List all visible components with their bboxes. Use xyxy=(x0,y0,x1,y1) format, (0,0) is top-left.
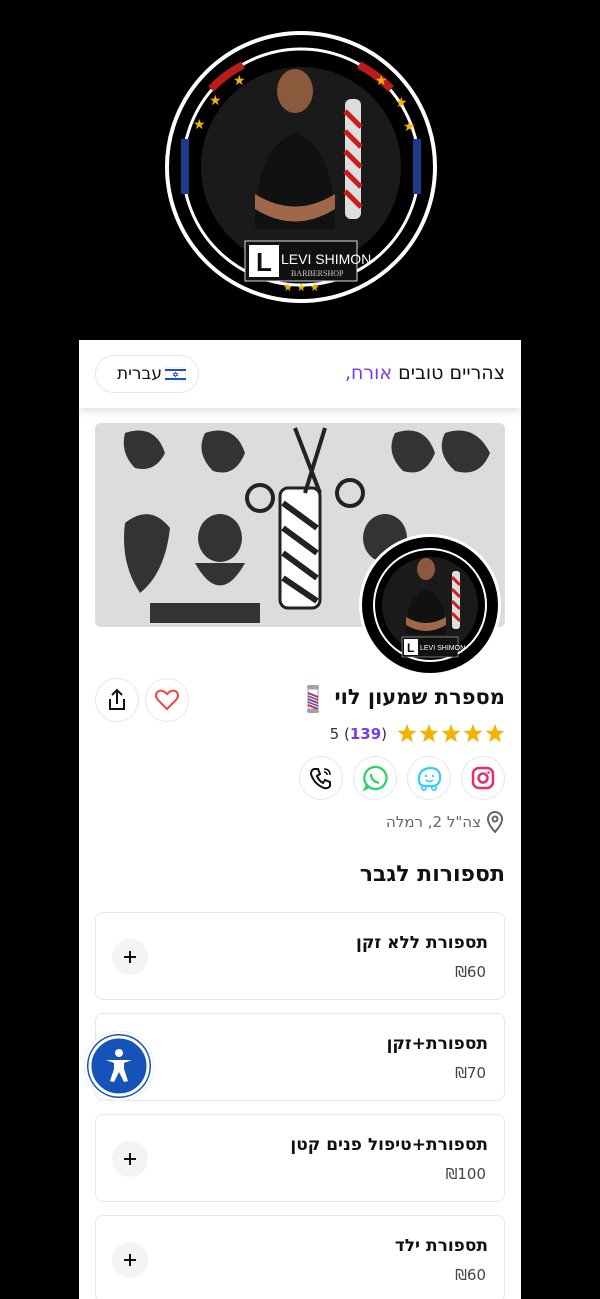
svg-text:★: ★ xyxy=(193,117,206,133)
shop-panel: צהריים טובים אורח, עברית L LEVI SHIMON מ… xyxy=(79,340,521,1299)
barber-pole-icon xyxy=(307,685,319,713)
star-icon xyxy=(419,724,439,743)
language-label: עברית xyxy=(116,364,162,384)
svg-text:★: ★ xyxy=(395,95,408,111)
svg-text:L: L xyxy=(256,247,272,277)
waze-icon xyxy=(417,766,442,791)
service-name: תספורת ללא זקן xyxy=(356,933,488,953)
service-price: ₪60 xyxy=(455,963,486,981)
heart-icon xyxy=(155,689,179,711)
brand-logo: ★ ★ ★ ★ ★ ★ L LEVI SHIMON BARBERSHOP ★ ★ ★ xyxy=(163,29,439,305)
svg-text:L: L xyxy=(407,641,414,655)
greeting: צהריים טובים אורח, xyxy=(345,362,505,384)
profile-logo: L LEVI SHIMON xyxy=(359,534,501,676)
top-bar: צהריים טובים אורח, עברית xyxy=(79,340,521,408)
star-icon xyxy=(463,724,483,743)
waze-button[interactable] xyxy=(407,756,451,800)
star-icon xyxy=(397,724,417,743)
accessibility-button[interactable] xyxy=(84,1031,154,1101)
section-title: תספורות לגבר xyxy=(359,862,505,887)
service-card[interactable]: תספורת ילד ₪60 xyxy=(95,1215,505,1299)
service-price: ₪60 xyxy=(455,1266,486,1284)
logo-subtitle: BARBERSHOP xyxy=(291,269,344,278)
shop-name: מספרת שמעון לוי xyxy=(334,685,505,709)
add-service-button[interactable] xyxy=(112,939,148,975)
svg-text:★: ★ xyxy=(233,73,246,89)
share-button[interactable] xyxy=(95,678,139,722)
greeting-name: אורח, xyxy=(344,362,393,384)
plus-icon xyxy=(124,1153,136,1165)
plus-icon xyxy=(124,951,136,963)
star-icon xyxy=(441,724,461,743)
review-count[interactable]: 139 xyxy=(350,725,381,743)
svg-text:★: ★ xyxy=(375,73,388,89)
language-button[interactable]: עברית xyxy=(95,355,199,393)
service-name: תספורת+זקן xyxy=(386,1034,488,1054)
service-card[interactable]: תספורת ללא זקן ₪60 xyxy=(95,912,505,1000)
service-name: תספורת ילד xyxy=(394,1236,488,1256)
shop-address[interactable]: צה"ל 2, רמלה xyxy=(386,813,481,831)
instagram-button[interactable] xyxy=(461,756,505,800)
service-name: תספורת+טיפול פנים קטן xyxy=(290,1135,488,1155)
logo-stars: ★ ★ ★ xyxy=(283,281,320,294)
rating-stars xyxy=(397,724,505,743)
share-icon xyxy=(109,688,125,710)
location-pin-icon xyxy=(486,811,504,834)
rating-text: 5 (139) xyxy=(329,725,387,743)
israel-flag-icon xyxy=(165,367,186,382)
service-price: ₪100 xyxy=(445,1165,486,1183)
whatsapp-button[interactable] xyxy=(353,756,397,800)
add-service-button[interactable] xyxy=(112,1242,148,1278)
service-card[interactable]: תספורת+זקן ₪70 xyxy=(95,1013,505,1101)
accessibility-icon xyxy=(88,1035,150,1097)
plus-icon xyxy=(124,1254,136,1266)
logo-title: LEVI SHIMON xyxy=(281,251,372,267)
phone-button[interactable] xyxy=(299,756,343,800)
star-icon xyxy=(485,724,505,743)
favorite-button[interactable] xyxy=(145,678,189,722)
add-service-button[interactable] xyxy=(112,1141,148,1177)
svg-text:★: ★ xyxy=(209,93,222,109)
rating-value: 5 xyxy=(329,725,340,743)
svg-text:★: ★ xyxy=(403,119,416,135)
phone-icon xyxy=(309,768,331,790)
svg-text:LEVI SHIMON: LEVI SHIMON xyxy=(420,645,465,652)
greeting-text: צהריים טובים xyxy=(398,362,505,384)
service-card[interactable]: תספורת+טיפול פנים קטן ₪100 xyxy=(95,1114,505,1202)
whatsapp-icon xyxy=(362,765,388,792)
instagram-icon xyxy=(471,766,495,790)
service-price: ₪70 xyxy=(455,1064,486,1082)
